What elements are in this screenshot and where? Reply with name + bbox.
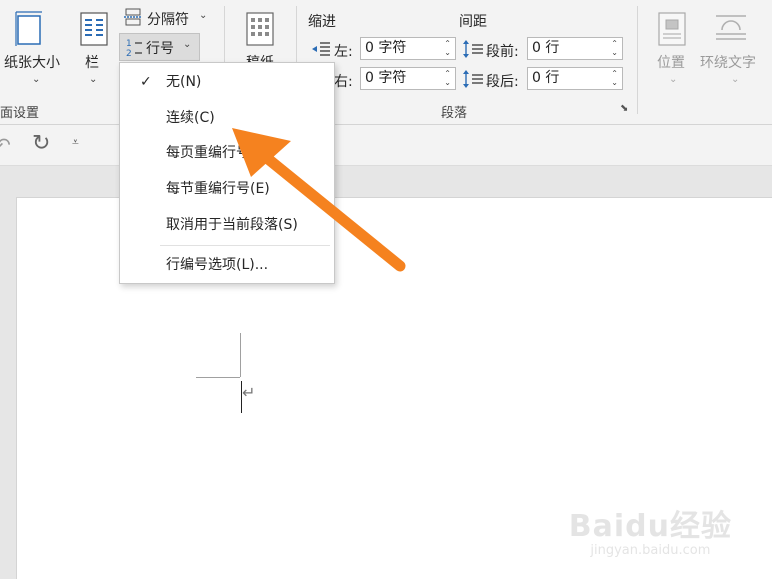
watermark-brand: Baidu经验 <box>568 509 732 544</box>
watermark: Baidu经验 jingyan.baidu.com <box>569 501 732 558</box>
annotation-arrow-icon <box>232 128 406 272</box>
watermark-url: jingyan.baidu.com <box>590 543 711 558</box>
